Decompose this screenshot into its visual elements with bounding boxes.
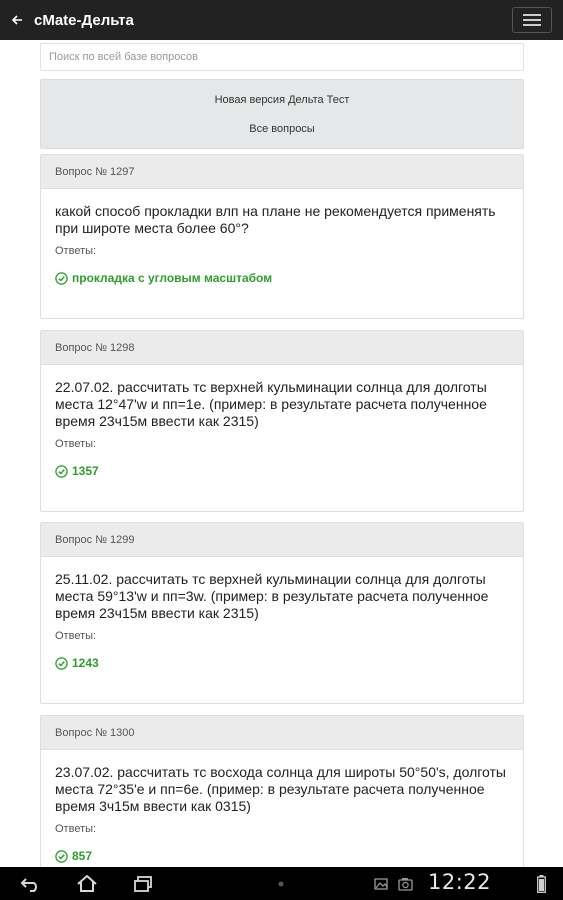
nav-recent-apps-icon	[134, 875, 152, 892]
question-text: 25.11.02. рассчитать тс верхней кульмина…	[55, 571, 489, 621]
question-text: 23.07.02. рассчитать тс восхода солнца д…	[55, 764, 506, 814]
camera-notification-icon	[397, 877, 413, 891]
hamburger-menu-icon	[523, 14, 541, 26]
answers-label: Ответы:	[55, 245, 97, 257]
search-field[interactable]	[40, 43, 524, 71]
answer-text: 1357	[72, 464, 99, 478]
answers-label: Ответы:	[55, 823, 97, 835]
nav-back-button[interactable]	[14, 867, 48, 900]
answer-text: 1243	[72, 656, 99, 670]
question-card[interactable]: Вопрос № 1298 22.07.02. рассчитать тс ве…	[40, 330, 524, 512]
check-circle-icon	[55, 271, 68, 285]
all-questions-link[interactable]: Все вопросы	[41, 123, 523, 135]
correct-answer: 1357	[41, 450, 523, 478]
gallery-notification-icon	[374, 877, 388, 890]
gallery-notification[interactable]	[372, 867, 390, 900]
nav-box: Новая версия Дельта Тест Все вопросы	[40, 79, 524, 149]
answer-text: 857	[72, 849, 93, 863]
question-card[interactable]: Вопрос № 1299 25.11.02. рассчитать тс ве…	[40, 522, 524, 704]
nav-back-icon	[20, 877, 37, 892]
nav-dot	[276, 867, 286, 900]
nav-home-button[interactable]	[70, 867, 104, 900]
answers-label: Ответы:	[55, 630, 97, 642]
nav-home-icon	[77, 874, 97, 892]
correct-answer: 857	[41, 835, 523, 863]
question-number: Вопрос № 1298	[41, 331, 523, 365]
camera-notification[interactable]	[396, 867, 414, 900]
app-title: cMate-Дельта	[34, 11, 134, 29]
battery-icon	[536, 874, 546, 893]
nav-recent-button[interactable]	[126, 867, 160, 900]
search-input[interactable]	[41, 44, 523, 70]
back-button[interactable]	[0, 0, 34, 40]
new-version-link[interactable]: Новая версия Дельта Тест	[41, 94, 523, 106]
question-text: какой способ прокладки влп на плане не р…	[55, 203, 496, 236]
check-circle-icon	[55, 849, 68, 863]
status-clock: 12:22	[428, 870, 492, 894]
battery-indicator	[530, 867, 552, 900]
system-bar: 12:22	[0, 867, 563, 900]
answer-text: прокладка с угловым масштабом	[72, 271, 273, 285]
question-text: 22.07.02. рассчитать тс верхней кульмина…	[55, 379, 487, 429]
app-bar: cMate-Дельта	[0, 0, 563, 40]
question-card[interactable]: Вопрос № 1300 23.07.02. рассчитать тс во…	[40, 715, 524, 867]
check-circle-icon	[55, 656, 68, 670]
question-card[interactable]: Вопрос № 1297 какой способ прокладки влп…	[40, 154, 524, 319]
answers-label: Ответы:	[55, 438, 97, 450]
correct-answer: 1243	[41, 642, 523, 670]
content-area[interactable]: Новая версия Дельта Тест Все вопросы Воп…	[0, 40, 563, 867]
menu-button[interactable]	[512, 7, 552, 33]
back-arrow-icon	[11, 15, 22, 25]
check-circle-icon	[55, 464, 68, 478]
question-number: Вопрос № 1297	[41, 155, 523, 189]
question-number: Вопрос № 1299	[41, 523, 523, 557]
correct-answer: прокладка с угловым масштабом	[41, 257, 523, 285]
question-number: Вопрос № 1300	[41, 716, 523, 750]
